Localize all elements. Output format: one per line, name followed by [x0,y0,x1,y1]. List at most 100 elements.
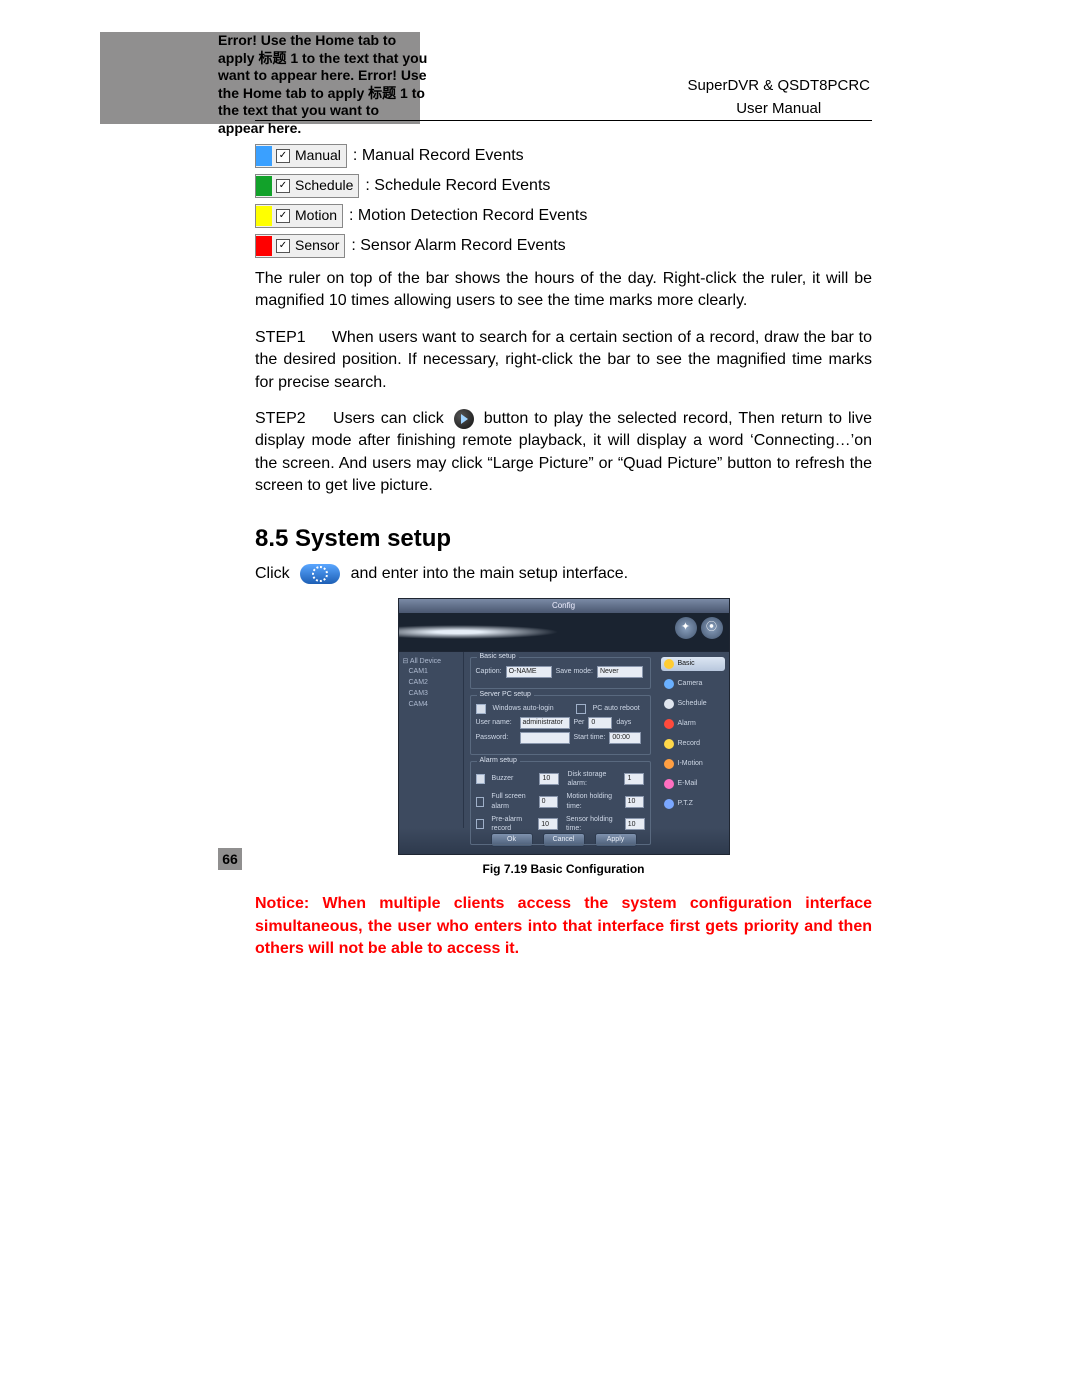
buzzer-input[interactable]: 10 [539,773,559,785]
checkbox-icon[interactable] [476,819,485,829]
group-title: Server PC setup [477,690,534,700]
username-input[interactable]: administrator [520,717,570,729]
step1-paragraph: STEP1 When users want to search for a ce… [255,327,872,394]
nav-record[interactable]: Record [661,737,725,751]
step2-label: STEP2 [255,408,327,430]
prealarm-input[interactable]: 10 [538,818,558,830]
days-label: days [616,718,631,728]
legend-text: : Sensor Alarm Record Events [351,235,565,257]
doc-title-line1: SuperDVR & QSDT8PCRC [687,74,870,97]
nav-alarm[interactable]: Alarm [661,717,725,731]
legend-text: : Schedule Record Events [365,175,550,197]
tree-cam[interactable]: CAM2 [409,678,459,688]
nav-label: P.T.Z [678,799,693,809]
savemode-select[interactable]: Never [597,666,643,678]
nav-basic[interactable]: Basic [661,657,725,671]
group-basic-setup: Basic setup Caption: O-NAME Save mode: N… [470,657,651,689]
config-figure: Config ✦ ⦿ ⊟ All Device CAM1 CAM2 CAM3 C… [255,598,872,855]
checkbox-icon: ✓ [276,239,290,253]
nav-label: Basic [678,659,695,669]
tree-cam[interactable]: CAM1 [409,667,459,677]
config-brand-banner: ✦ ⦿ [399,613,729,652]
prealarm-label: Pre-alarm record [491,815,534,835]
banner-orb-icon: ⦿ [701,617,723,639]
chip-sensor: ✓ Sensor [255,234,345,258]
win-autologin-label: Windows auto-login [493,704,554,714]
chip-label: Motion [294,206,342,226]
chip-label: Manual [294,146,346,166]
click-line: Click and enter into the main setup inte… [255,563,872,585]
tree-cam[interactable]: CAM3 [409,689,459,699]
nav-label: Camera [678,679,703,689]
chip-schedule: ✓ Schedule [255,174,359,198]
header-right: SuperDVR & QSDT8PCRC User Manual [687,74,870,121]
step2-before: Users can click [333,410,444,427]
nav-label: Record [678,739,701,749]
checkbox-icon[interactable] [476,704,486,714]
figure-caption: Fig 7.19 Basic Configuration [255,861,872,878]
password-label: Password: [476,733,516,743]
caption-label: Caption: [476,667,502,677]
legend-text: : Motion Detection Record Events [349,205,587,227]
chip-label: Sensor [294,236,344,256]
motion-icon [664,759,674,769]
doc-title-line2: User Manual [687,97,870,120]
nav-email[interactable]: E-Mail [661,777,725,791]
nav-schedule[interactable]: Schedule [661,697,725,711]
step1-label: STEP1 [255,327,327,349]
tree-cam[interactable]: CAM4 [409,700,459,710]
notice-text: Notice: When multiple clients access the… [255,893,872,960]
legend-sensor: ✓ Sensor : Sensor Alarm Record Events [255,234,872,258]
per-input[interactable]: 0 [588,717,612,729]
sensor-hold-input[interactable]: 10 [625,818,645,830]
legend-manual: ✓ Manual : Manual Record Events [255,144,872,168]
swatch-yellow [256,206,272,226]
checkbox-icon[interactable] [476,774,485,784]
checkbox-icon[interactable] [576,704,586,714]
savemode-label: Save mode: [556,667,593,677]
banner-orb-icon: ✦ [675,617,697,639]
motion-hold-input[interactable]: 10 [625,796,645,808]
checkbox-icon[interactable] [476,797,485,807]
camera-icon [664,679,674,689]
setup-gear-icon [300,564,340,584]
click-before: Click [255,565,290,582]
caption-select[interactable]: O-NAME [506,666,552,678]
tree-root[interactable]: ⊟ All Device [403,657,459,667]
username-label: User name: [476,718,516,728]
legend-motion: ✓ Motion : Motion Detection Record Event… [255,204,872,228]
fullscreen-input[interactable]: 0 [539,796,559,808]
nav-label: I-Motion [678,759,703,769]
header-error-text: Error! Use the Home tab to apply 标题 1 to… [218,32,428,137]
chip-manual: ✓ Manual [255,144,347,168]
nav-camera[interactable]: Camera [661,677,725,691]
checkbox-icon: ✓ [276,149,290,163]
group-title: Basic setup [477,652,519,662]
starttime-input[interactable]: 00:00 [609,732,641,744]
gear-icon [664,659,674,669]
nav-ptz[interactable]: P.T.Z [661,797,725,811]
pc-reboot-label: PC auto reboot [593,704,640,714]
legend-schedule: ✓ Schedule : Schedule Record Events [255,174,872,198]
password-input[interactable] [520,732,570,744]
config-window: Config ✦ ⦿ ⊟ All Device CAM1 CAM2 CAM3 C… [398,598,730,855]
main-content: ✓ Manual : Manual Record Events ✓ Schedu… [255,138,872,960]
device-tree[interactable]: ⊟ All Device CAM1 CAM2 CAM3 CAM4 [399,652,464,828]
disk-alarm-input[interactable]: 1 [624,773,644,785]
config-sidebar: Basic Camera Schedule Alarm Record I-Mot… [657,652,729,828]
calendar-icon [664,699,674,709]
chip-label: Schedule [294,176,358,196]
group-server-pc: Server PC setup Windows auto-login PC au… [470,695,651,755]
nav-label: Schedule [678,699,707,709]
alarm-icon [664,719,674,729]
starttime-label: Start time: [574,733,606,743]
chip-motion: ✓ Motion [255,204,343,228]
page: { "header": { "error_text": "Error! Use … [0,0,1080,1397]
checkbox-icon: ✓ [276,209,290,223]
section-heading: 8.5 System setup [255,522,872,556]
config-titlebar: Config [399,599,729,613]
record-icon [664,739,674,749]
nav-imotion[interactable]: I-Motion [661,757,725,771]
disk-alarm-label: Disk storage alarm: [567,770,620,790]
per-label: Per [574,718,585,728]
